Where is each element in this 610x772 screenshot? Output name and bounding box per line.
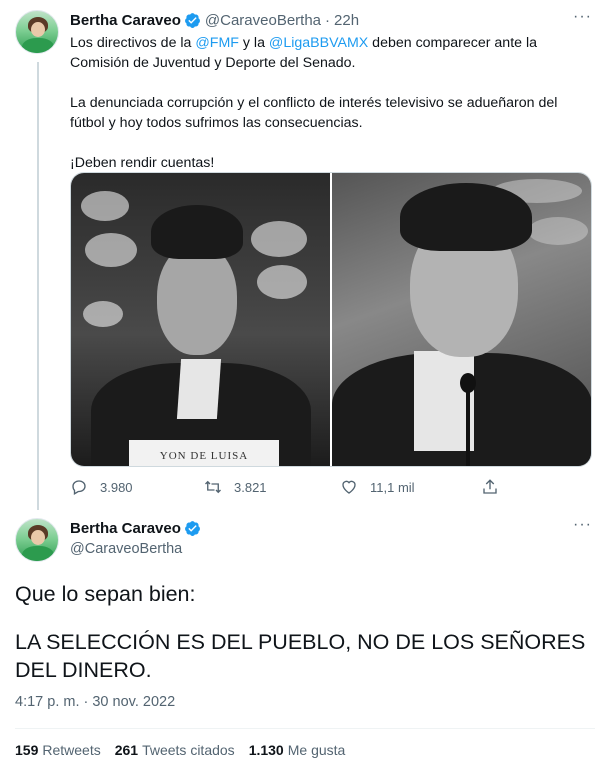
text-segment: Los directivos de la [70, 35, 196, 51]
author-name[interactable]: Bertha Caraveo [70, 520, 181, 537]
like-button[interactable]: 11,1 mil [340, 478, 415, 496]
name-plate: YON DE LUISA [129, 440, 279, 466]
tweet-stats: 159 Retweets 261 Tweets citados 1.130 Me gu… [15, 742, 345, 758]
tweet-paragraph: Los directivos de la @FMF y la @LigaBBVA… [70, 33, 590, 73]
reply-count: 3.980 [100, 479, 133, 495]
media-grid: YON DE LUISA [70, 172, 592, 467]
reply-button[interactable]: 3.980 [70, 478, 133, 496]
tweet-paragraph: Que lo sepan bien: [15, 582, 196, 606]
mention-link[interactable]: @LigaBBVAMX [269, 35, 368, 51]
author-handle[interactable]: @CaraveoBertha [70, 541, 182, 557]
author-name-row: Bertha Caraveo [70, 520, 205, 537]
like-icon [342, 480, 356, 494]
author-handle[interactable]: @CaraveoBertha [205, 12, 321, 29]
thread-connector-line [37, 62, 39, 510]
more-options-icon[interactable]: ··· [573, 516, 592, 534]
likes-label: Me gusta [287, 742, 346, 758]
avatar[interactable] [15, 518, 59, 562]
share-button[interactable] [481, 478, 511, 496]
retweet-count: 3.821 [234, 479, 267, 495]
like-count: 11,1 mil [370, 479, 415, 495]
tweet-text: Los directivos de la @FMF y la @LigaBBVA… [70, 33, 590, 193]
reply-icon [72, 480, 86, 495]
likes-count: 1.130 [248, 742, 284, 758]
quotes-count: 261 [114, 742, 139, 758]
photo-left[interactable]: YON DE LUISA [71, 173, 330, 466]
share-icon [483, 479, 497, 494]
tweet-time[interactable]: 22h [334, 12, 359, 29]
text-segment: y la [238, 35, 269, 51]
retweet-button[interactable]: 3.821 [204, 478, 267, 496]
tweet-paragraph: La denunciada corrupción y el conflicto … [70, 95, 558, 131]
tweet-timestamp[interactable]: 4:17 p. m. · 30 nov. 2022 [15, 694, 175, 710]
divider [15, 728, 595, 729]
tweet-paragraph: ¡Deben rendir cuentas! [70, 155, 215, 171]
verified-badge-icon [184, 521, 200, 536]
verified-badge-icon [184, 12, 200, 28]
quotes-stat[interactable]: 261 Tweets citados [115, 742, 235, 758]
photo-right[interactable] [332, 173, 591, 466]
avatar[interactable] [15, 10, 59, 54]
mention-link[interactable]: @FMF [195, 35, 239, 51]
tweet-paragraph: LA SELECCIÓN ES DEL PUEBLO, NO DE LOS SE… [15, 630, 586, 682]
more-options-icon[interactable]: ··· [573, 8, 592, 26]
separator: · [325, 11, 331, 29]
likes-stat[interactable]: 1.130 Me gusta [249, 742, 346, 758]
retweets-count: 159 [15, 742, 39, 758]
tweet-text: Que lo sepan bien: LA SELECCIÓN ES DEL P… [15, 580, 600, 684]
quotes-label: Tweets citados [142, 742, 235, 758]
tweet-header: Bertha Caraveo @CaraveoBertha · 22h [70, 10, 359, 30]
tweet-actions: 3.980 3.821 11,1 mil [70, 478, 510, 500]
retweets-label: Retweets [42, 742, 101, 758]
retweet-icon [205, 480, 221, 494]
retweets-stat[interactable]: 159 Retweets [15, 742, 101, 758]
author-name[interactable]: Bertha Caraveo [70, 12, 181, 29]
